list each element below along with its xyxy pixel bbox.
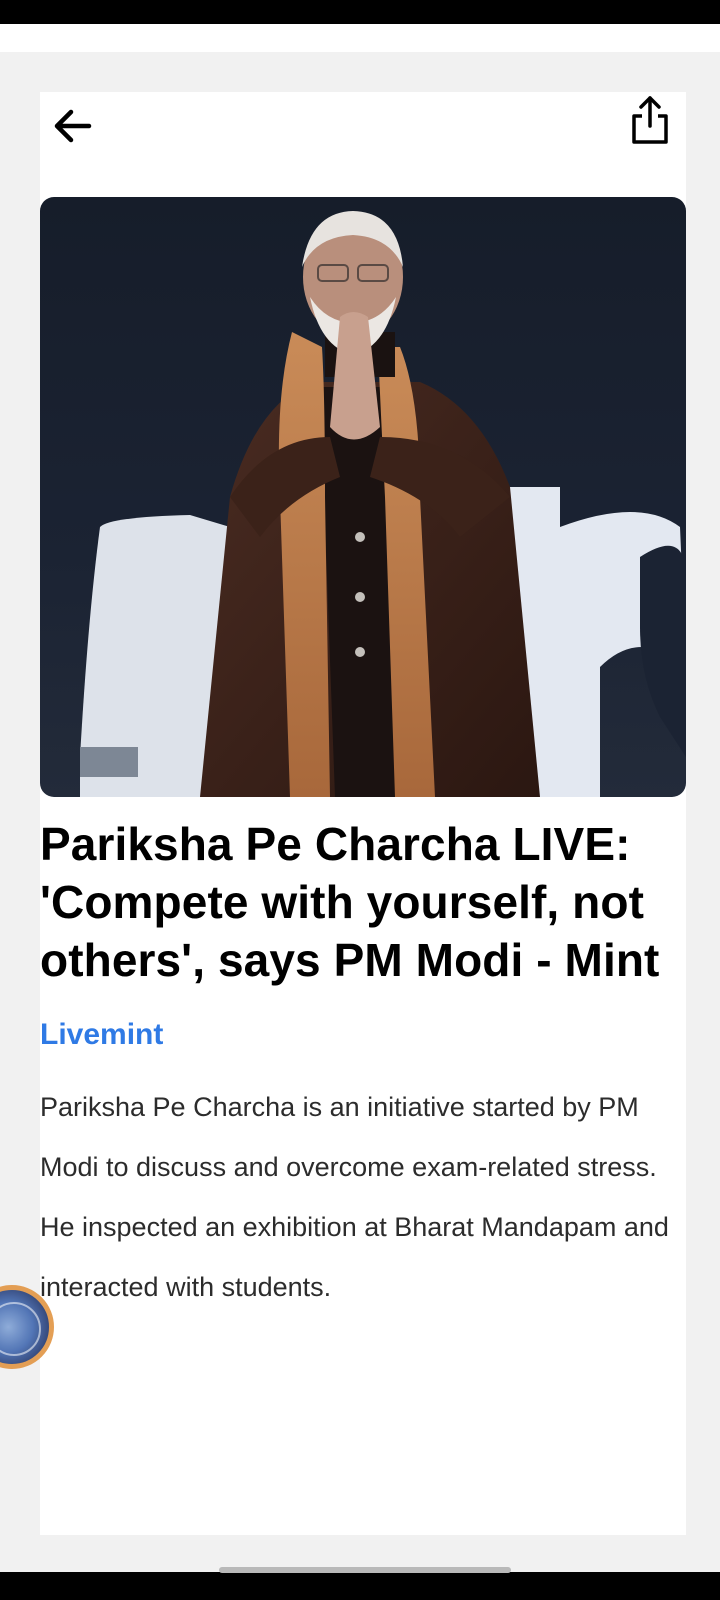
- status-bar: [0, 0, 720, 24]
- top-strip: [0, 24, 720, 52]
- home-indicator[interactable]: [219, 1567, 511, 1573]
- arrow-left-icon: [54, 109, 92, 143]
- share-button[interactable]: [622, 92, 678, 148]
- article-summary: Pariksha Pe Charcha is an initiative sta…: [40, 1092, 669, 1302]
- article-card: Pariksha Pe Charcha LIVE: 'Compete with …: [40, 92, 686, 1535]
- back-button[interactable]: [45, 97, 101, 153]
- article-photo: [40, 197, 686, 797]
- navigation-bar: [0, 1572, 720, 1600]
- article-image[interactable]: [40, 197, 686, 797]
- source-link[interactable]: Livemint: [40, 1018, 163, 1052]
- article-headline[interactable]: Pariksha Pe Charcha LIVE: 'Compete with …: [40, 815, 690, 989]
- share-icon: [632, 96, 668, 144]
